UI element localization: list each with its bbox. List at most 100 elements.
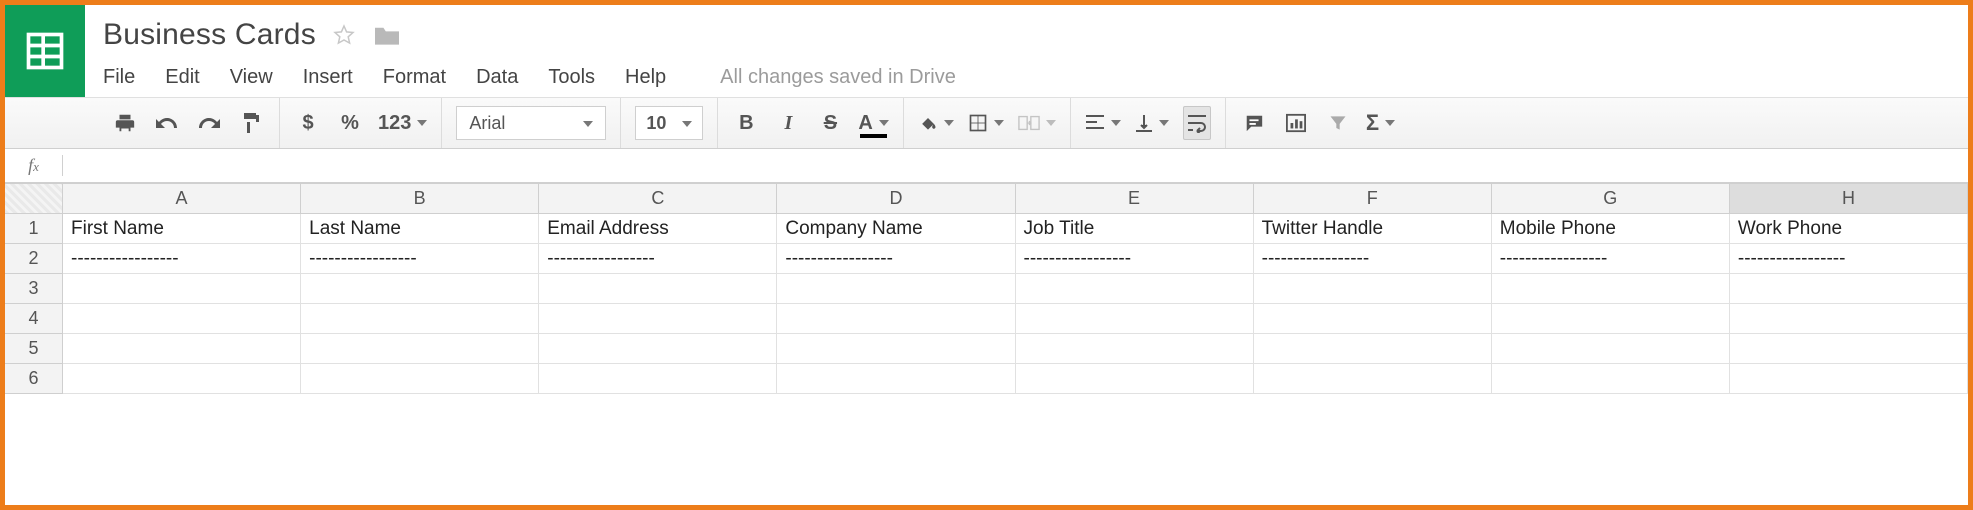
- borders-button[interactable]: [968, 106, 1004, 140]
- column-header[interactable]: C: [539, 184, 777, 214]
- document-title[interactable]: Business Cards: [103, 18, 316, 52]
- cell[interactable]: [539, 304, 777, 334]
- cell[interactable]: [777, 334, 1015, 364]
- menu-insert[interactable]: Insert: [303, 66, 353, 89]
- cell[interactable]: First Name: [63, 214, 301, 244]
- cell[interactable]: -----------------: [1254, 244, 1492, 274]
- cell[interactable]: [1016, 364, 1254, 394]
- cell[interactable]: -----------------: [539, 244, 777, 274]
- folder-icon[interactable]: [372, 23, 402, 47]
- cell[interactable]: [1492, 334, 1730, 364]
- cell[interactable]: -----------------: [777, 244, 1015, 274]
- cell[interactable]: [539, 334, 777, 364]
- cell[interactable]: [777, 304, 1015, 334]
- row-header[interactable]: 5: [5, 334, 63, 364]
- cell[interactable]: [1254, 274, 1492, 304]
- cell[interactable]: Job Title: [1016, 214, 1254, 244]
- menu-tools[interactable]: Tools: [548, 66, 595, 89]
- column-header[interactable]: F: [1254, 184, 1492, 214]
- column-header[interactable]: E: [1016, 184, 1254, 214]
- column-header[interactable]: G: [1492, 184, 1730, 214]
- row-header[interactable]: 2: [5, 244, 63, 274]
- text-wrap-button[interactable]: [1183, 106, 1211, 140]
- cell[interactable]: [1016, 304, 1254, 334]
- font-size-select[interactable]: 10: [635, 106, 703, 140]
- row-header[interactable]: 4: [5, 304, 63, 334]
- insert-chart-icon[interactable]: [1282, 106, 1310, 140]
- text-color-button[interactable]: A: [858, 106, 888, 140]
- menu-help[interactable]: Help: [625, 66, 666, 89]
- column-header[interactable]: A: [63, 184, 301, 214]
- cell[interactable]: [777, 364, 1015, 394]
- cell[interactable]: [1730, 274, 1968, 304]
- cell[interactable]: -----------------: [1730, 244, 1968, 274]
- column-header[interactable]: D: [777, 184, 1015, 214]
- spreadsheet-grid[interactable]: ABCDEFGH 1First NameLast NameEmail Addres…: [5, 183, 1968, 394]
- cell[interactable]: Email Address: [539, 214, 777, 244]
- cell[interactable]: [1016, 274, 1254, 304]
- insert-comment-icon[interactable]: [1240, 106, 1268, 140]
- cell[interactable]: [301, 304, 539, 334]
- more-formats-button[interactable]: 123: [378, 106, 427, 140]
- paint-format-icon[interactable]: [237, 106, 265, 140]
- cell[interactable]: -----------------: [1016, 244, 1254, 274]
- cell[interactable]: -----------------: [1492, 244, 1730, 274]
- menu-format[interactable]: Format: [383, 66, 446, 89]
- cell[interactable]: [1730, 334, 1968, 364]
- cell[interactable]: [777, 274, 1015, 304]
- fill-color-button[interactable]: [918, 106, 954, 140]
- column-header[interactable]: H: [1730, 184, 1968, 214]
- cell[interactable]: Twitter Handle: [1254, 214, 1492, 244]
- cell[interactable]: Work Phone: [1730, 214, 1968, 244]
- functions-button[interactable]: Σ: [1366, 106, 1395, 140]
- menu-file[interactable]: File: [103, 66, 135, 89]
- row-header[interactable]: 3: [5, 274, 63, 304]
- italic-button[interactable]: I: [774, 106, 802, 140]
- formula-input[interactable]: [63, 149, 1968, 182]
- cell[interactable]: -----------------: [301, 244, 539, 274]
- cell[interactable]: [1730, 364, 1968, 394]
- app-logo[interactable]: [5, 5, 85, 97]
- cell[interactable]: [539, 274, 777, 304]
- format-percent-button[interactable]: %: [336, 106, 364, 140]
- cell[interactable]: [1254, 364, 1492, 394]
- star-icon[interactable]: [332, 23, 356, 47]
- cell[interactable]: [1254, 334, 1492, 364]
- format-currency-button[interactable]: $: [294, 106, 322, 140]
- row-header[interactable]: 6: [5, 364, 63, 394]
- cell[interactable]: Mobile Phone: [1492, 214, 1730, 244]
- menu-edit[interactable]: Edit: [165, 66, 199, 89]
- cell[interactable]: [1254, 304, 1492, 334]
- menu-data[interactable]: Data: [476, 66, 518, 89]
- undo-icon[interactable]: [153, 106, 181, 140]
- cell[interactable]: [539, 364, 777, 394]
- cell[interactable]: [63, 304, 301, 334]
- cell[interactable]: [63, 334, 301, 364]
- cell[interactable]: [63, 364, 301, 394]
- cell[interactable]: [301, 334, 539, 364]
- print-icon[interactable]: [111, 106, 139, 140]
- horizontal-align-button[interactable]: [1085, 106, 1121, 140]
- cell[interactable]: [1492, 304, 1730, 334]
- merge-cells-button[interactable]: [1018, 106, 1056, 140]
- select-all-corner[interactable]: [5, 184, 63, 214]
- bold-button[interactable]: B: [732, 106, 760, 140]
- cell[interactable]: [301, 364, 539, 394]
- row-header[interactable]: 1: [5, 214, 63, 244]
- cell[interactable]: [1492, 274, 1730, 304]
- cell[interactable]: [301, 274, 539, 304]
- cell[interactable]: [1730, 304, 1968, 334]
- cell[interactable]: [63, 274, 301, 304]
- menu-view[interactable]: View: [230, 66, 273, 89]
- cell[interactable]: Last Name: [301, 214, 539, 244]
- cell[interactable]: -----------------: [63, 244, 301, 274]
- cell[interactable]: Company Name: [777, 214, 1015, 244]
- strikethrough-button[interactable]: S: [816, 106, 844, 140]
- font-family-select[interactable]: Arial: [456, 106, 606, 140]
- filter-icon[interactable]: [1324, 106, 1352, 140]
- cell[interactable]: [1016, 334, 1254, 364]
- column-header[interactable]: B: [301, 184, 539, 214]
- redo-icon[interactable]: [195, 106, 223, 140]
- cell[interactable]: [1492, 364, 1730, 394]
- vertical-align-button[interactable]: [1135, 106, 1169, 140]
